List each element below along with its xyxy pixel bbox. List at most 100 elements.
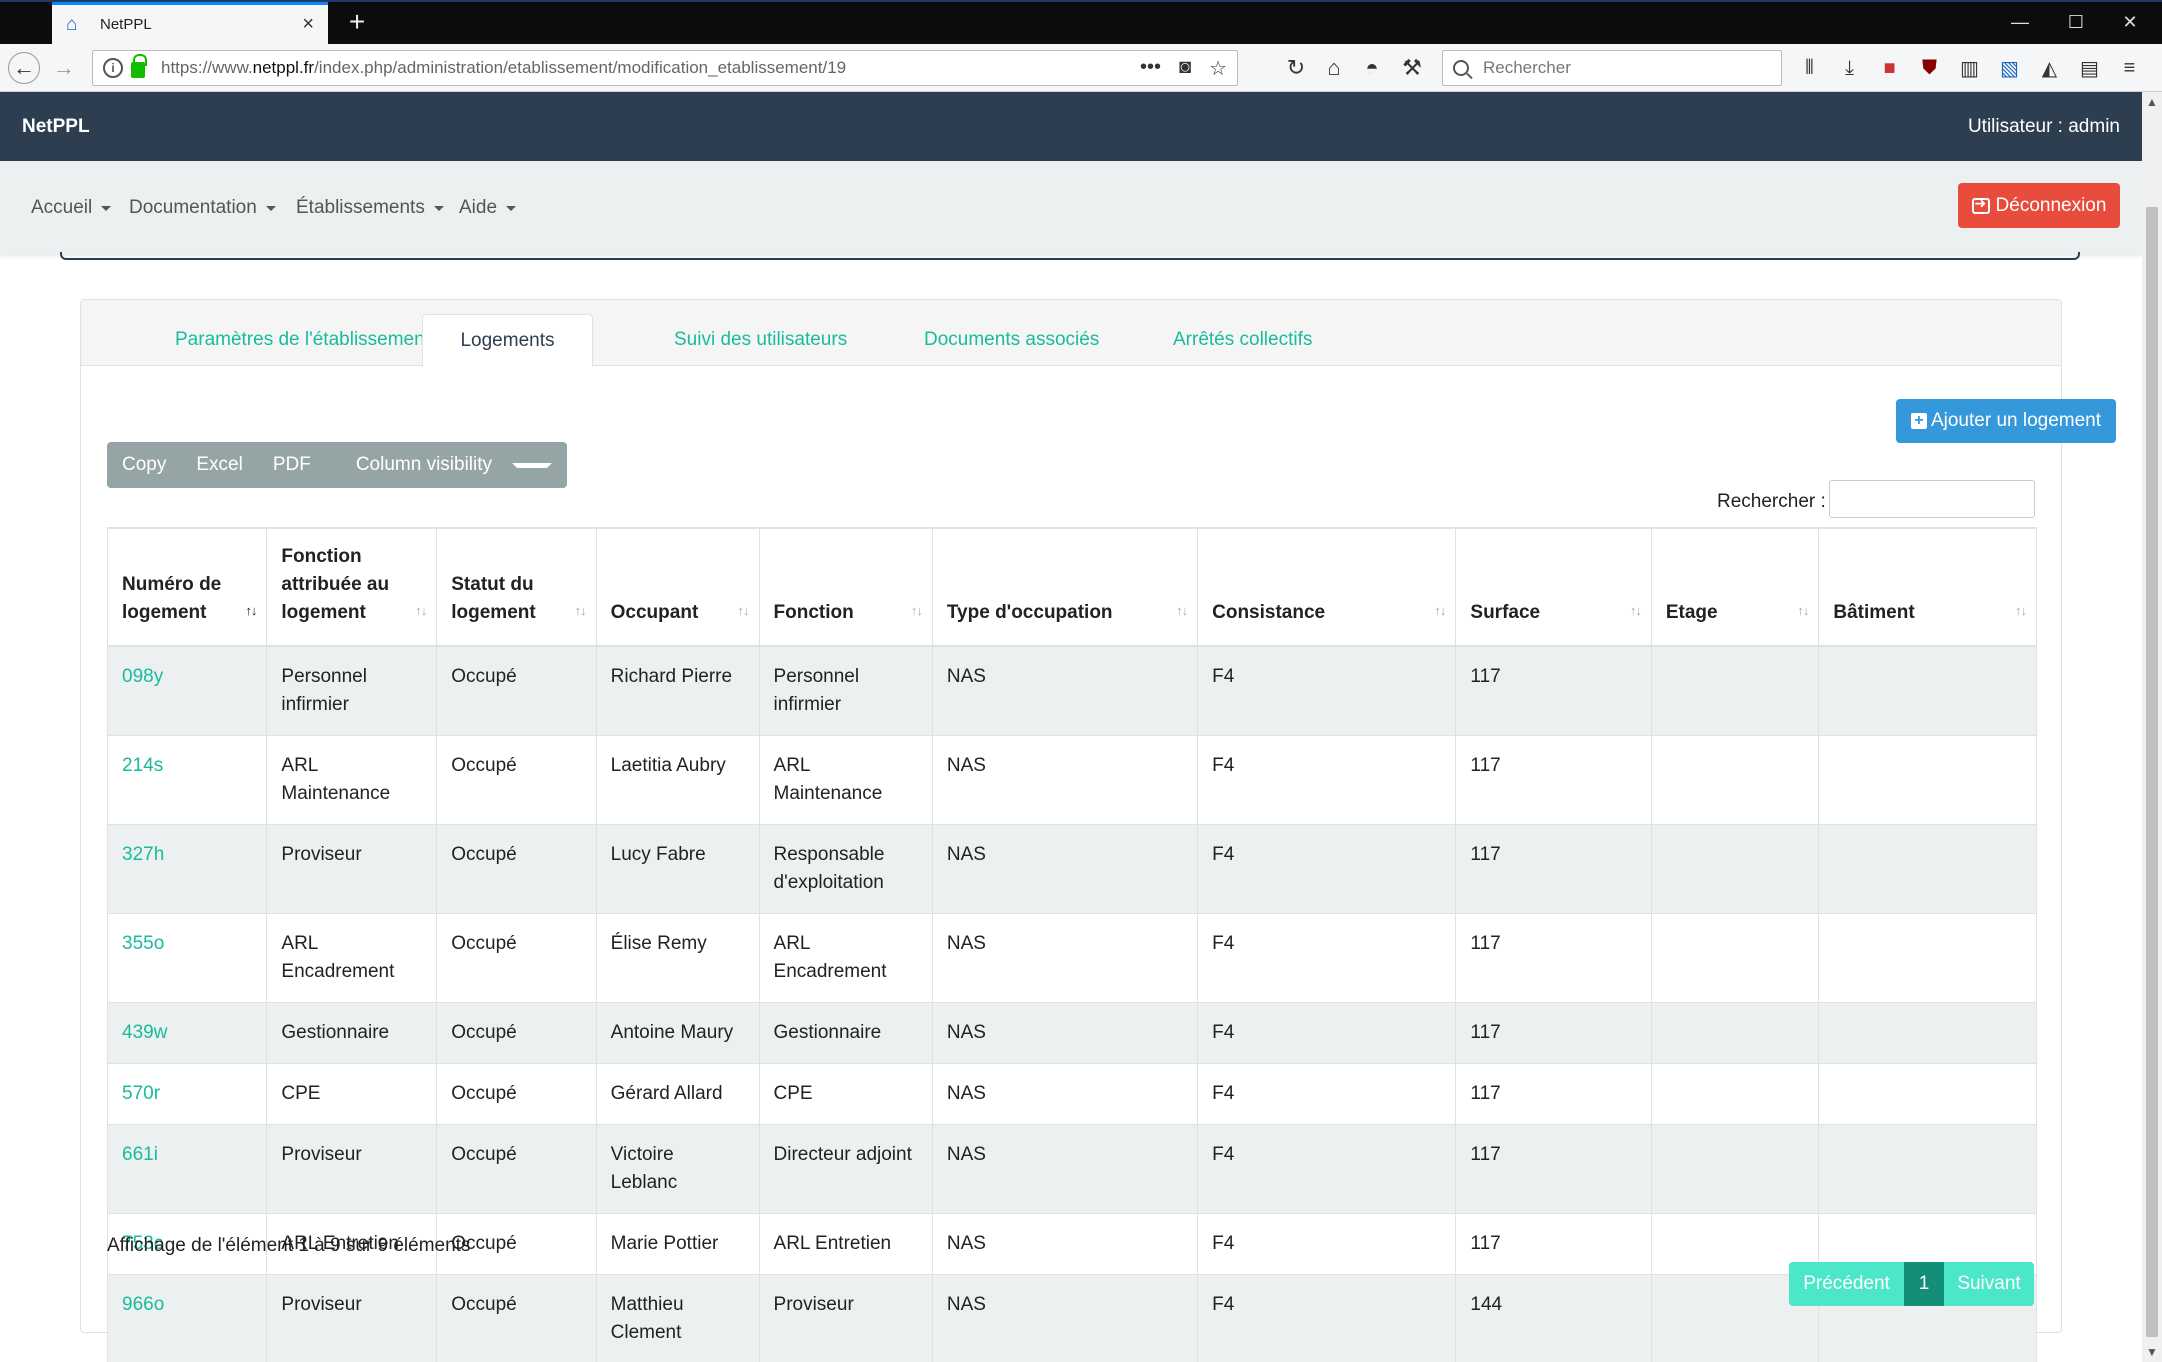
new-tab-button[interactable]: +: [338, 4, 376, 42]
close-window-icon[interactable]: ✕: [2098, 0, 2162, 44]
col-fonction[interactable]: Fonction ↑↓: [758, 527, 933, 647]
sort-icon: ↑↓: [1797, 603, 1809, 618]
home-icon[interactable]: ⌂: [1318, 52, 1350, 84]
ublock-icon[interactable]: ⛊: [1916, 52, 1943, 84]
url-domain: netppl.fr: [252, 58, 315, 77]
containers-icon[interactable]: ◭: [2036, 52, 2063, 84]
excel-button[interactable]: Excel: [181, 454, 257, 476]
menu-documentation-label: Documentation: [129, 197, 257, 218]
table-cell: [1818, 824, 2037, 914]
logout-button[interactable]: Déconnexion: [1958, 183, 2120, 228]
tab-arretes[interactable]: Arrêtés collectifs: [1133, 314, 1352, 366]
col-batiment[interactable]: Bâtiment ↑↓: [1818, 527, 2037, 647]
lock-icon[interactable]: [131, 54, 147, 78]
pdf-button[interactable]: PDF: [258, 454, 326, 476]
logement-link[interactable]: 098y: [122, 666, 163, 687]
notes-icon[interactable]: ▤: [2076, 52, 2103, 84]
menu-accueil[interactable]: Accueil: [31, 197, 112, 219]
forward-button[interactable]: →: [48, 52, 80, 84]
col-type-occupation[interactable]: Type d'occupation ↑↓: [931, 527, 1199, 647]
table-cell: Occupé: [436, 824, 597, 914]
table-row: 966o Proviseur Occupé Matthieu Clement Provi…: [106, 1274, 2037, 1362]
col-numero[interactable]: Numéro de logement ↑↓: [106, 527, 268, 647]
table-cell: Occupé: [436, 1063, 597, 1125]
logement-link[interactable]: 355o: [122, 933, 164, 954]
extension-icon[interactable]: ■: [1876, 52, 1903, 84]
current-page-button[interactable]: 1: [1904, 1262, 1944, 1306]
table-cell: CPE: [758, 1063, 933, 1125]
menu-accueil-label: Accueil: [31, 197, 93, 218]
menu-documentation[interactable]: Documentation: [129, 197, 276, 219]
table-cell: Marie Pottier: [595, 1213, 760, 1275]
mask-icon[interactable]: ◓: [1356, 52, 1388, 84]
column-visibility-label: Column visibility: [355, 454, 493, 475]
col-occupant[interactable]: Occupant ↑↓: [595, 527, 760, 647]
table-row: 355o ARL Encadrement Occupé Élise Remy ARL E…: [106, 913, 2037, 1003]
app-brand[interactable]: NetPPL: [22, 116, 90, 138]
col-surface[interactable]: Surface ↑↓: [1455, 527, 1652, 647]
table-cell: CPE: [266, 1063, 438, 1125]
menu-aide[interactable]: Aide: [459, 197, 517, 219]
menu-etablissements[interactable]: Établissements: [296, 197, 444, 219]
logement-link[interactable]: 327h: [122, 844, 164, 865]
col-statut[interactable]: Statut du logement ↑↓: [436, 527, 597, 647]
hamburger-menu-icon[interactable]: ≡: [2116, 52, 2143, 84]
reader-view-icon[interactable]: ▥: [1956, 52, 1983, 84]
info-icon[interactable]: i: [103, 58, 123, 78]
table-cell: [1650, 645, 1820, 736]
browser-tab[interactable]: ⌂ NetPPL ×: [52, 2, 328, 44]
scrollbar-thumb[interactable]: [2146, 207, 2158, 1337]
table-cell: Occupé: [436, 913, 597, 1003]
table-cell: NAS: [931, 913, 1199, 1003]
browser-search-bar[interactable]: Rechercher: [1442, 50, 1782, 86]
sign-out-icon: [1971, 195, 1990, 214]
screenshot-icon[interactable]: ▧: [1996, 52, 2023, 84]
close-tab-icon[interactable]: ×: [302, 13, 314, 36]
table-cell: Proviseur: [266, 1124, 438, 1214]
table-cell: ARL Maintenance: [758, 735, 933, 825]
home-favicon-icon: ⌂: [66, 13, 78, 35]
table-cell: [1818, 1002, 2037, 1064]
tab-suivi-utilisateurs[interactable]: Suivi des utilisateurs: [634, 314, 887, 366]
col-consistance[interactable]: Consistance ↑↓: [1197, 527, 1457, 647]
minimize-icon[interactable]: —: [1988, 0, 2052, 44]
url-text[interactable]: https://www.netppl.fr/index.php/administ…: [161, 58, 1140, 78]
user-label: Utilisateur : admin: [1967, 116, 2120, 137]
previous-page-button[interactable]: Précédent: [1789, 1262, 1904, 1306]
add-logement-button[interactable]: + Ajouter un logement: [1896, 399, 2116, 443]
reload-icon[interactable]: ↻: [1280, 52, 1312, 84]
download-icon[interactable]: ⤓: [1836, 52, 1863, 84]
logement-link[interactable]: 966o: [122, 1294, 164, 1315]
sort-icon: ↑↓: [910, 603, 923, 618]
page-scrollbar[interactable]: ▲ ▼: [2142, 92, 2162, 1362]
col-etage[interactable]: Etage ↑↓: [1650, 527, 1820, 647]
caret-down-icon: [433, 205, 444, 211]
wrench-icon[interactable]: ⚒: [1396, 52, 1428, 84]
tab-parametres[interactable]: Paramètres de l'établissement: [135, 314, 470, 366]
logement-link[interactable]: 661i: [122, 1144, 158, 1165]
pocket-icon[interactable]: ◙: [1179, 56, 1191, 81]
table-cell: [1650, 913, 1820, 1003]
scroll-down-icon[interactable]: ▼: [2142, 1342, 2162, 1362]
table-cell: [1650, 1002, 1820, 1064]
page-actions-icon[interactable]: •••: [1140, 56, 1161, 81]
table-cell: F4: [1197, 1063, 1457, 1125]
table-cell: 117: [1455, 1213, 1652, 1275]
scroll-up-icon[interactable]: ▲: [2142, 92, 2162, 112]
back-button[interactable]: ←: [8, 52, 40, 84]
logement-link[interactable]: 214s: [122, 755, 163, 776]
tab-documents[interactable]: Documents associés: [884, 314, 1139, 366]
bookmark-star-icon[interactable]: ☆: [1209, 56, 1227, 81]
url-bar[interactable]: i https://www.netppl.fr/index.php/admini…: [92, 50, 1238, 86]
col-fonction-attribuee[interactable]: Fonction attribuée au logement ↑↓: [266, 527, 438, 647]
card-tabs: Paramètres de l'établissement Logements …: [81, 300, 2061, 367]
library-icon[interactable]: ⫴: [1796, 52, 1823, 84]
tab-logements[interactable]: Logements: [422, 314, 593, 367]
next-page-button[interactable]: Suivant: [1944, 1262, 2034, 1306]
table-search-input[interactable]: [1829, 480, 2035, 518]
column-visibility-button[interactable]: Column visibility: [326, 454, 567, 476]
copy-button[interactable]: Copy: [107, 454, 181, 476]
logement-link[interactable]: 570r: [122, 1083, 160, 1104]
table-cell: NAS: [931, 1213, 1199, 1275]
logement-link[interactable]: 439w: [122, 1022, 167, 1043]
